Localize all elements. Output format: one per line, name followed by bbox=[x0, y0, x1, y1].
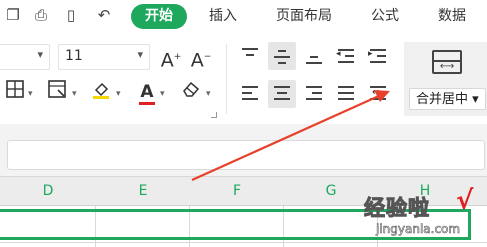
undo-icon[interactable]: ↶ bbox=[93, 4, 115, 26]
chevron-down-icon[interactable]: ▾ bbox=[116, 89, 121, 99]
borders-icon[interactable] bbox=[2, 80, 28, 106]
chevron-down-icon[interactable]: ▾ bbox=[28, 89, 33, 99]
menu-bar: ❐ ⎙ ▯ ↶ 开始 插入 页面布局 公式 数据 bbox=[0, 0, 487, 34]
align-center-button[interactable] bbox=[268, 80, 296, 108]
font-name-select[interactable]: ▾ bbox=[0, 44, 50, 70]
tab-insert[interactable]: 插入 bbox=[209, 4, 237, 29]
watermark-check-icon: √ bbox=[456, 186, 474, 216]
tab-data[interactable]: 数据 bbox=[438, 4, 466, 29]
decrease-indent-button[interactable]: ◂ bbox=[332, 42, 360, 70]
formula-bar-area bbox=[0, 124, 487, 176]
distributed-align-button[interactable]: ↔ bbox=[364, 80, 392, 108]
tab-page-layout[interactable]: 页面布局 bbox=[276, 4, 332, 29]
font-size-value: 11 bbox=[65, 48, 83, 64]
merge-cells-icon[interactable]: ⟷ bbox=[432, 50, 462, 74]
align-right-button[interactable] bbox=[300, 80, 328, 108]
tab-home[interactable]: 开始 bbox=[131, 4, 187, 29]
file-icon[interactable]: ▯ bbox=[60, 4, 82, 26]
eraser-icon[interactable] bbox=[178, 80, 204, 106]
chevron-down-icon: ▾ bbox=[137, 48, 143, 61]
font-settings-launcher[interactable] bbox=[211, 112, 217, 118]
column-header-d[interactable]: D bbox=[33, 183, 63, 199]
merge-center-button[interactable]: 合并居中 ▾ bbox=[409, 88, 486, 110]
column-header-e[interactable]: E bbox=[128, 183, 158, 199]
formula-input[interactable] bbox=[7, 140, 485, 170]
merge-center-label: 合并居中 bbox=[416, 92, 469, 107]
column-header-g[interactable]: G bbox=[316, 183, 346, 199]
align-left-button[interactable] bbox=[236, 80, 264, 108]
cell-style-icon[interactable] bbox=[44, 80, 70, 106]
ribbon: ▾ 11 ▾ A+ A− ▾ ▾ ▾ A ▾ ▾ ◂ ▸ ↔ ⟷ 合并居中 ▾ bbox=[0, 34, 487, 124]
separator bbox=[226, 44, 227, 114]
chevron-down-icon[interactable]: ▾ bbox=[206, 89, 211, 99]
merge-center-group[interactable]: ⟷ 合并居中 ▾ bbox=[404, 42, 487, 116]
copy-icon[interactable]: ❐ bbox=[2, 4, 24, 26]
tab-formulas[interactable]: 公式 bbox=[371, 4, 399, 29]
align-bottom-button[interactable] bbox=[300, 42, 328, 70]
justify-button[interactable] bbox=[332, 80, 360, 108]
chevron-down-icon: ▾ bbox=[37, 48, 43, 61]
print-icon[interactable]: ⎙ bbox=[30, 4, 52, 26]
watermark-url: jingyanla.com bbox=[376, 222, 461, 237]
fill-color-icon[interactable] bbox=[88, 80, 114, 106]
chevron-down-icon[interactable]: ▾ bbox=[160, 89, 165, 99]
increase-font-icon[interactable]: A+ bbox=[158, 44, 184, 71]
chevron-down-icon: ▾ bbox=[472, 92, 479, 107]
decrease-font-icon[interactable]: A− bbox=[188, 44, 214, 71]
align-middle-button[interactable] bbox=[268, 42, 296, 70]
watermark: 经验啦 √ jingyanla.com bbox=[362, 186, 487, 247]
font-size-select[interactable]: 11 ▾ bbox=[58, 44, 150, 70]
increase-indent-button[interactable]: ▸ bbox=[364, 42, 392, 70]
column-header-f[interactable]: F bbox=[222, 183, 252, 199]
align-top-button[interactable] bbox=[236, 42, 264, 70]
font-color-bar bbox=[139, 102, 155, 105]
chevron-down-icon[interactable]: ▾ bbox=[72, 89, 77, 99]
watermark-text: 经验啦 bbox=[364, 196, 430, 221]
